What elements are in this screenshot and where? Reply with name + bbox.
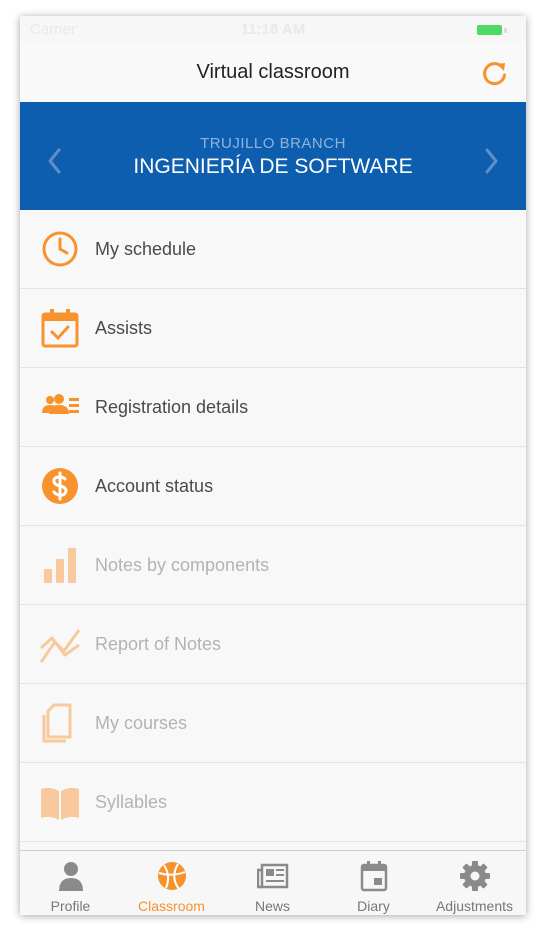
- menu-item-syllables[interactable]: Syllables: [20, 763, 526, 842]
- tab-label: Profile: [50, 898, 91, 914]
- clock-icon: [42, 231, 78, 267]
- tab-label: Diary: [357, 898, 390, 914]
- menu-item-label: Notes by components: [95, 555, 270, 575]
- tab-adjustments[interactable]: Adjustments: [424, 851, 525, 915]
- bar-chart-icon: [44, 548, 76, 583]
- menu-item-label: My schedule: [95, 239, 197, 259]
- documents-icon: [42, 703, 72, 743]
- status-bar: Carrier 11:18 AM: [20, 16, 526, 42]
- tab-label: News: [254, 898, 290, 914]
- menu-item-label: Registration details: [95, 397, 249, 417]
- tab-label: Adjustments: [435, 898, 514, 914]
- tab-diary[interactable]: Diary: [323, 851, 424, 915]
- person-icon: [59, 862, 83, 891]
- menu-item-label: Report of Notes: [95, 634, 222, 654]
- gear-icon: [460, 861, 490, 891]
- dollar-icon: [42, 468, 78, 504]
- menu-item-label: Syllables: [95, 792, 168, 812]
- line-chart-icon: [40, 629, 80, 663]
- menu-item-my-schedule[interactable]: My schedule: [20, 210, 526, 289]
- chevron-right-icon[interactable]: [476, 146, 506, 176]
- branch-title: INGENIERÍA DE SOFTWARE: [133, 155, 413, 178]
- menu-item-registration-details[interactable]: Registration details: [20, 368, 526, 447]
- basketball-icon: [158, 862, 186, 890]
- menu-item-my-courses[interactable]: My courses: [20, 684, 526, 763]
- status-time: 11:18 AM: [240, 21, 306, 38]
- users-list-icon: [42, 394, 79, 414]
- phone-screen: Carrier 11:18 AM Virtual classroom TRUJI…: [20, 16, 526, 915]
- tab-label: Classroom: [138, 898, 205, 914]
- menu-list: My schedule Assists Registration details…: [20, 210, 526, 842]
- calendar-check-icon: [41, 309, 79, 348]
- menu-item-label: Account status: [95, 476, 214, 496]
- battery-tip: [504, 28, 507, 33]
- menu-item-account-status[interactable]: Account status: [20, 447, 526, 526]
- tab-news[interactable]: News: [222, 851, 323, 915]
- tab-bar: Profile Classroom News Diary Adjustments: [20, 850, 526, 915]
- menu-item-label: My courses: [95, 713, 188, 733]
- book-icon: [41, 787, 79, 820]
- menu-item-report-of-notes[interactable]: Report of Notes: [20, 605, 526, 684]
- page-title: Virtual classroom: [196, 61, 350, 83]
- tab-profile[interactable]: Profile: [20, 851, 121, 915]
- menu-item-notes-by-components[interactable]: Notes by components: [20, 526, 526, 605]
- newspaper-icon: [257, 863, 289, 889]
- menu-item-assists[interactable]: Assists: [20, 289, 526, 368]
- menu-item-label: Assists: [95, 318, 153, 338]
- refresh-icon[interactable]: [480, 58, 510, 88]
- calendar-icon: [360, 861, 388, 892]
- branch-subtitle: TRUJILLO BRANCH: [200, 135, 346, 152]
- nav-bar: Virtual classroom: [20, 42, 526, 102]
- tab-classroom[interactable]: Classroom: [121, 851, 222, 915]
- branch-banner: TRUJILLO BRANCH INGENIERÍA DE SOFTWARE: [20, 102, 526, 210]
- battery-icon: [477, 25, 502, 35]
